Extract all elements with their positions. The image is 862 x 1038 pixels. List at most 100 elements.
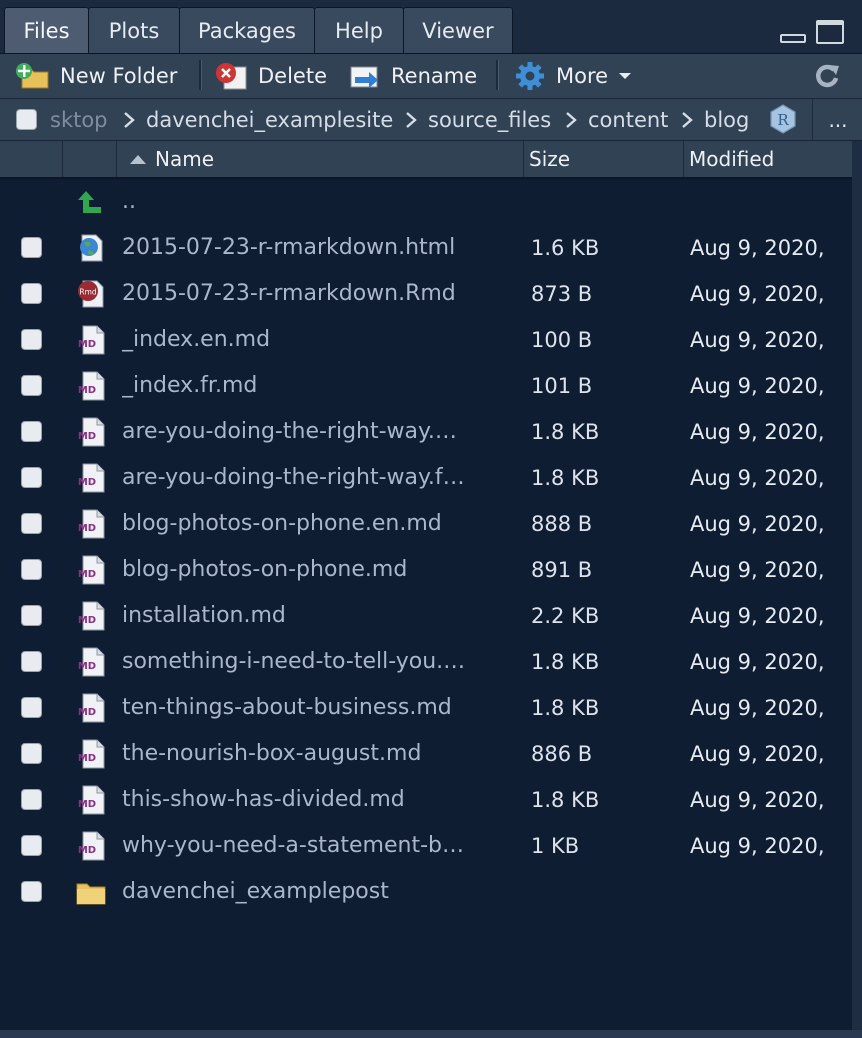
svg-text:MD: MD	[78, 845, 96, 856]
rmd-file-icon: Rmd	[76, 279, 106, 309]
file-modified: Aug 9, 2020,	[690, 696, 825, 720]
file-row[interactable]: Rmd 2015-07-23-r-rmarkdown.Rmd 873 B Aug 9,…	[0, 271, 852, 317]
more-button[interactable]: More	[514, 54, 636, 98]
rename-button[interactable]: Rename	[349, 54, 477, 98]
file-name-link[interactable]: davenchei_examplepost	[122, 869, 516, 915]
md-file-icon: MD	[76, 601, 106, 631]
delete-label: Delete	[258, 64, 327, 88]
file-row[interactable]: MD the-nourish-box-august.md 886 B Aug 9, 2…	[0, 731, 852, 777]
row-checkbox[interactable]	[21, 329, 42, 350]
file-row[interactable]: MD are-you-doing-the-right-way.… 1.8 KB Aug…	[0, 409, 852, 455]
md-file-icon: MD	[76, 555, 106, 585]
file-name-link[interactable]: ten-things-about-business.md	[122, 685, 516, 731]
file-size: 1 KB	[531, 834, 580, 858]
maximize-pane-button[interactable]	[816, 20, 844, 44]
file-name-link[interactable]: _index.fr.md	[122, 363, 516, 409]
file-name-link[interactable]: this-show-has-divided.md	[122, 777, 516, 823]
file-name-link[interactable]: are-you-doing-the-right-way.…	[122, 409, 516, 455]
tab-help[interactable]: Help	[314, 7, 404, 53]
svg-text:MD: MD	[78, 661, 96, 672]
row-checkbox[interactable]	[21, 697, 42, 718]
file-name-link[interactable]: installation.md	[122, 593, 516, 639]
file-size: 1.8 KB	[531, 650, 600, 674]
file-modified: Aug 9, 2020,	[690, 788, 825, 812]
row-checkbox[interactable]	[21, 789, 42, 810]
file-row[interactable]: MD this-show-has-divided.md 1.8 KB Aug 9, 2…	[0, 777, 852, 823]
file-row[interactable]: 2015-07-23-r-rmarkdown.html 1.6 KB Aug 9, …	[0, 225, 852, 271]
file-size: 100 B	[531, 328, 593, 352]
file-row[interactable]: MD are-you-doing-the-right-way.f… 1.8 KB Au…	[0, 455, 852, 501]
row-checkbox[interactable]	[21, 421, 42, 442]
size-column-header[interactable]: Size	[523, 141, 683, 177]
r-project-icon[interactable]: R	[767, 103, 799, 135]
breadcrumb-item[interactable]: source_files	[428, 99, 551, 140]
parent-directory-link[interactable]: ..	[122, 179, 516, 225]
file-row[interactable]: MD ten-things-about-business.md 1.8 KB Aug …	[0, 685, 852, 731]
row-checkbox[interactable]	[21, 743, 42, 764]
file-size: 888 B	[531, 512, 593, 536]
file-name-link[interactable]: blog-photos-on-phone.md	[122, 547, 516, 593]
row-checkbox[interactable]	[21, 559, 42, 580]
file-modified: Aug 9, 2020,	[690, 512, 825, 536]
tab-plots[interactable]: Plots	[88, 7, 180, 53]
folder-row[interactable]: davenchei_examplepost	[0, 869, 852, 915]
file-row[interactable]: MD blog-photos-on-phone.en.md 888 B Aug 9, …	[0, 501, 852, 547]
modified-column-header[interactable]: Modified	[683, 141, 853, 177]
file-name-link[interactable]: the-nourish-box-august.md	[122, 731, 516, 777]
file-row[interactable]: MD something-i-need-to-tell-you.… 1.8 KB Au…	[0, 639, 852, 685]
file-row[interactable]: MD _index.fr.md 101 B Aug 9, 2020,	[0, 363, 852, 409]
tab-viewer[interactable]: Viewer	[403, 7, 513, 53]
delete-button[interactable]: Delete	[214, 54, 327, 98]
breadcrumb-item[interactable]: content	[588, 99, 668, 140]
sort-ascending-icon	[130, 155, 146, 164]
file-name-link[interactable]: something-i-need-to-tell-you.…	[122, 639, 516, 685]
file-row[interactable]: MD blog-photos-on-phone.md 891 B Aug 9, 202…	[0, 547, 852, 593]
name-column-header[interactable]: Name	[116, 141, 523, 177]
delete-icon	[216, 63, 247, 90]
minimize-pane-button[interactable]	[780, 34, 806, 43]
file-row[interactable]: MD _index.en.md 100 B Aug 9, 2020,	[0, 317, 852, 363]
new-folder-button[interactable]: New Folder	[14, 54, 177, 98]
file-row[interactable]: MD why-you-need-a-statement-b… 1 KB Aug 9, …	[0, 823, 852, 869]
select-all-checkbox[interactable]	[16, 109, 37, 130]
row-checkbox[interactable]	[21, 605, 42, 626]
gear-icon	[516, 62, 544, 90]
file-name-link[interactable]: why-you-need-a-statement-b…	[122, 823, 516, 869]
svg-text:R: R	[777, 111, 789, 129]
row-checkbox[interactable]	[21, 651, 42, 672]
file-modified: Aug 9, 2020,	[690, 420, 825, 444]
row-checkbox[interactable]	[21, 237, 42, 258]
file-name-link[interactable]: are-you-doing-the-right-way.f…	[122, 455, 516, 501]
breadcrumb-item-current[interactable]: blog	[704, 99, 749, 140]
tab-label: Plots	[108, 18, 160, 43]
row-checkbox[interactable]	[21, 881, 42, 902]
svg-text:MD: MD	[78, 523, 96, 534]
svg-text:MD: MD	[78, 569, 96, 580]
row-checkbox[interactable]	[21, 467, 42, 488]
file-name-link[interactable]: _index.en.md	[122, 317, 516, 363]
tab-files[interactable]: Files	[4, 7, 89, 53]
breadcrumb-item[interactable]: sktop	[50, 99, 108, 140]
svg-text:MD: MD	[78, 339, 96, 350]
row-checkbox[interactable]	[21, 375, 42, 396]
file-modified: Aug 9, 2020,	[690, 604, 825, 628]
chevron-right-icon	[122, 99, 136, 140]
file-name-link[interactable]: 2015-07-23-r-rmarkdown.html	[122, 225, 516, 271]
file-name-link[interactable]: blog-photos-on-phone.en.md	[122, 501, 516, 547]
svg-text:MD: MD	[78, 799, 96, 810]
file-name-link[interactable]: 2015-07-23-r-rmarkdown.Rmd	[122, 271, 516, 317]
row-checkbox[interactable]	[21, 835, 42, 856]
row-checkbox[interactable]	[21, 283, 42, 304]
refresh-icon[interactable]	[812, 61, 842, 91]
md-file-icon: MD	[76, 739, 106, 769]
tab-packages[interactable]: Packages	[179, 7, 315, 53]
breadcrumb-item[interactable]: davenchei_examplesite	[146, 99, 393, 140]
breadcrumb-overflow-button[interactable]: ...	[812, 99, 862, 140]
file-row[interactable]: MD installation.md 2.2 KB Aug 9, 2020,	[0, 593, 852, 639]
file-size: 2.2 KB	[531, 604, 600, 628]
breadcrumb: sktop davenchei_examplesite source_files…	[0, 99, 862, 141]
parent-directory-row[interactable]: ..	[0, 179, 852, 225]
file-modified: Aug 9, 2020,	[690, 466, 825, 490]
scrollbar-track[interactable]	[852, 141, 862, 1038]
row-checkbox[interactable]	[21, 513, 42, 534]
